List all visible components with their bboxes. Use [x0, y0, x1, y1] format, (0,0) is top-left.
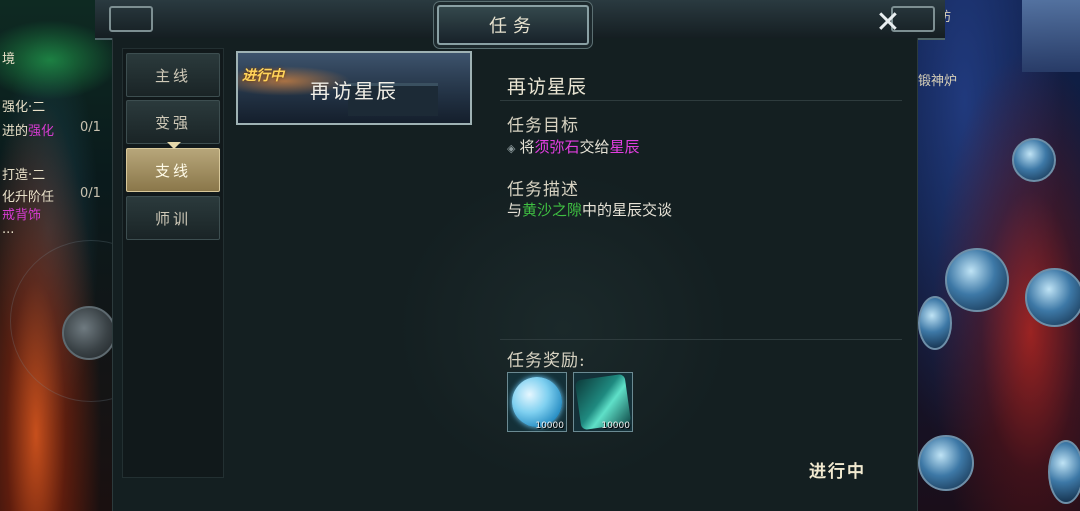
hud-quest-line: 打造·二 — [2, 168, 46, 183]
skill-button-3[interactable] — [918, 296, 952, 350]
hud-quest-count: 0/1 — [80, 186, 101, 201]
divider — [500, 100, 902, 101]
left-hud-area — [0, 0, 172, 511]
map-icon[interactable] — [1022, 0, 1080, 72]
tab-main-quest[interactable]: 主线 — [126, 53, 220, 97]
reward-qty: 10000 — [601, 421, 630, 431]
quest-list-item[interactable]: 进行中 再访星辰 — [236, 51, 472, 125]
hud-quest-highlight: 戒背饰 — [2, 208, 42, 223]
tab-strengthen[interactable]: 变强 — [126, 100, 220, 144]
objective-header: 任务目标 — [507, 116, 579, 136]
skill-button-2[interactable] — [1025, 268, 1080, 327]
hud-quest-line: 境 — [2, 52, 16, 67]
hud-quest-line: 强化·二 — [2, 100, 46, 115]
tab-column: 主线 变强 支线 师训 — [122, 48, 224, 478]
quest-panel — [112, 38, 918, 511]
hud-label: 锻神炉 — [918, 74, 958, 89]
skill-button-4[interactable] — [918, 435, 974, 491]
hud-quest-line: 化升阶任 — [2, 190, 55, 205]
tab-label: 支线 — [154, 161, 191, 180]
yin-yang-orb-icon — [512, 377, 562, 427]
quest-detail-title: 再访星辰 — [507, 76, 588, 98]
hud-quest-line: ... — [2, 222, 15, 237]
hud-quest-line: 进的强化 — [2, 124, 55, 139]
tab-side-quest[interactable]: 支线 — [126, 142, 220, 192]
quest-status-button[interactable]: 进行中 — [790, 455, 885, 483]
diamond-bullet-icon: ◈ — [507, 142, 516, 155]
ornament-left-icon — [109, 6, 153, 32]
hud-quest-count: 0/1 — [80, 120, 101, 135]
skill-button-5[interactable] — [1048, 440, 1080, 504]
reward-qty: 10000 — [535, 421, 564, 431]
window-title: 任务 — [437, 5, 589, 45]
reward-slot[interactable]: 10000 — [507, 372, 567, 432]
skill-button-1[interactable] — [945, 248, 1009, 312]
tab-mentor[interactable]: 师训 — [126, 196, 220, 240]
description-header: 任务描述 — [507, 180, 579, 200]
bag-icon[interactable] — [1012, 138, 1056, 182]
objective-text: ◈ 将须弥石交给星辰 — [507, 138, 640, 156]
description-text: 与黄沙之隙中的星辰交谈 — [507, 201, 673, 219]
quest-item-title: 再访星辰 — [310, 79, 398, 103]
active-tab-marker-icon — [167, 142, 181, 149]
divider — [500, 339, 902, 340]
virtual-joystick[interactable] — [62, 306, 116, 360]
close-icon[interactable]: ✕ — [870, 4, 906, 40]
reward-slot[interactable]: 10000 — [573, 372, 633, 432]
reward-header: 任务奖励: — [507, 351, 586, 371]
